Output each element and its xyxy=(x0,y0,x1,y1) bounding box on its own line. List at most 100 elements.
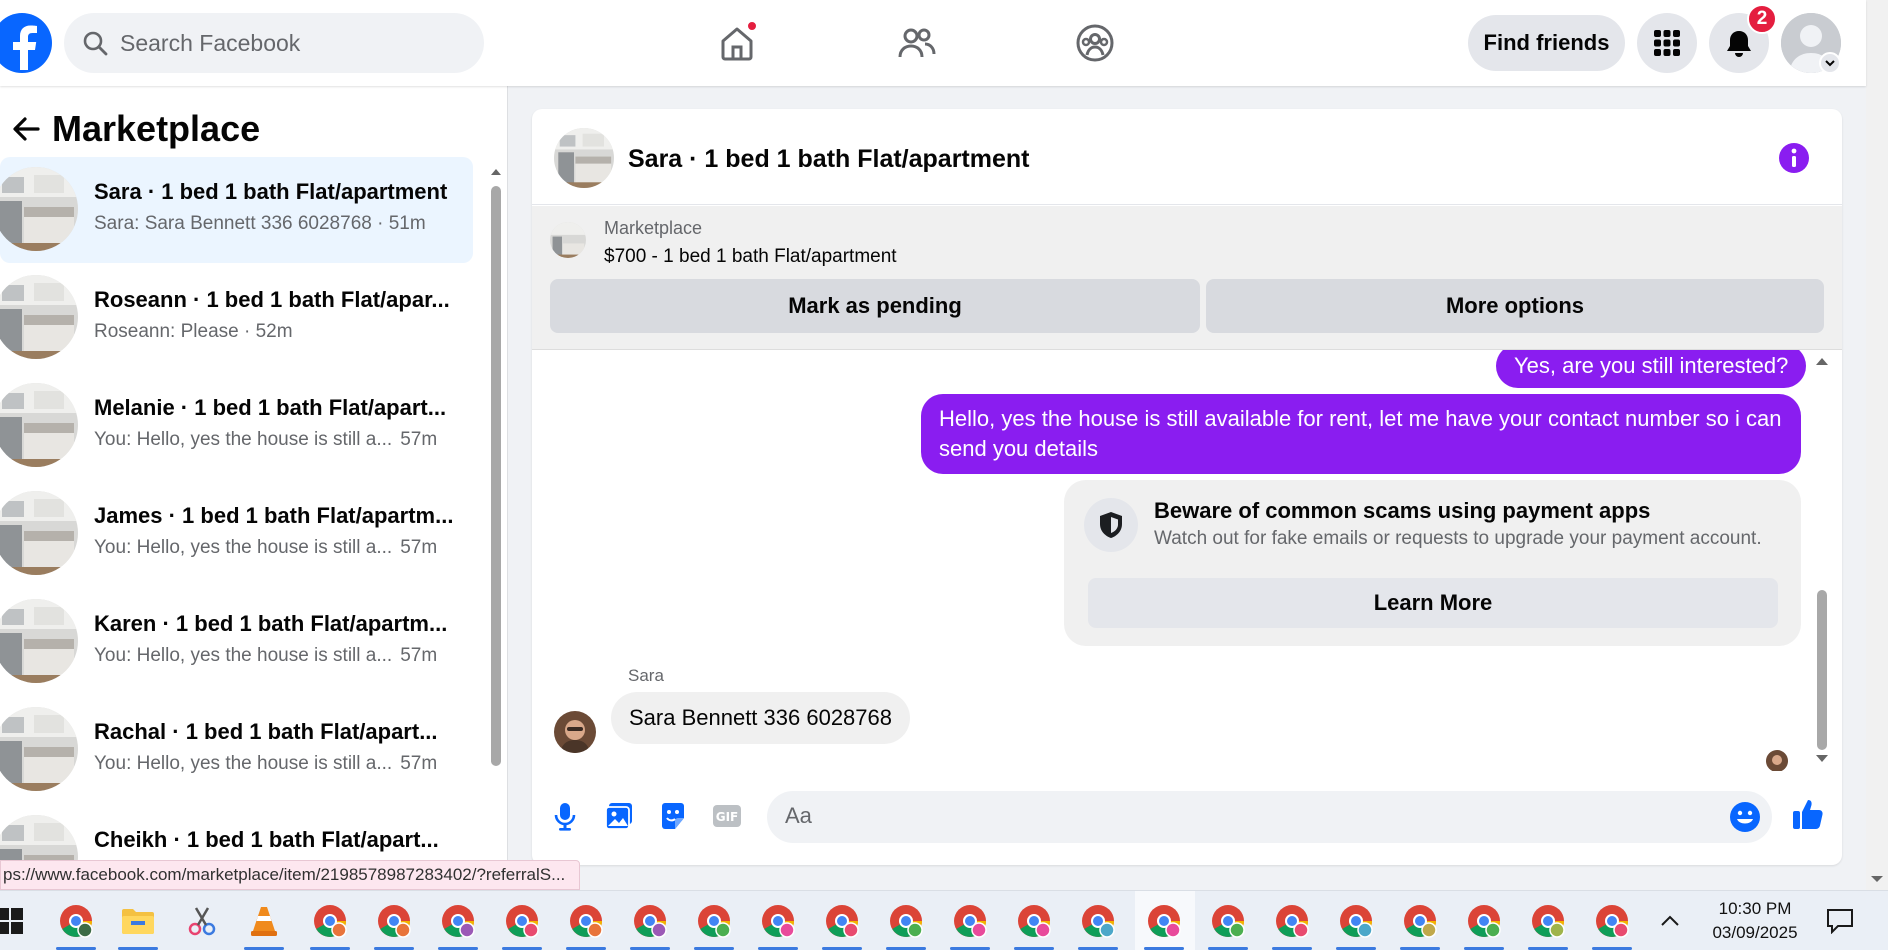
chrome-icon xyxy=(1018,905,1051,938)
conversation-preview: You: Hello, yes the house is still a... 5… xyxy=(94,753,437,775)
outgoing-message[interactable]: Yes, are you still interested? xyxy=(1496,350,1807,388)
panel-header: Marketplace xyxy=(0,104,260,154)
outgoing-message[interactable]: Hello, yes the house is still available … xyxy=(921,394,1801,474)
taskbar-chrome-profile[interactable] xyxy=(1208,901,1248,941)
conversation-thumbnail xyxy=(0,383,78,467)
scroll-up-arrow-icon[interactable] xyxy=(1814,355,1830,367)
back-button[interactable] xyxy=(0,114,52,144)
taskbar-chrome-profile[interactable] xyxy=(950,901,990,941)
conversation-item[interactable]: Sara · 1 bed 1 bath Flat/apartment Sara: … xyxy=(0,157,473,263)
conversation-item[interactable]: James · 1 bed 1 bath Flat/apartm... You: … xyxy=(0,481,473,587)
taskbar-chrome-profile[interactable] xyxy=(1400,901,1440,941)
conversation-item[interactable]: Karen · 1 bed 1 bath Flat/apartm... You: … xyxy=(0,589,473,695)
taskbar-chrome-profile[interactable] xyxy=(1272,901,1312,941)
account-menu-chevron[interactable] xyxy=(1819,52,1841,74)
taskbar-vlc-player[interactable] xyxy=(244,901,284,941)
chrome-icon xyxy=(1276,905,1309,938)
taskbar-snipping-tool[interactable] xyxy=(182,901,222,941)
taskbar-chrome-profile[interactable] xyxy=(1336,901,1376,941)
nav-friends-button[interactable] xyxy=(893,20,939,66)
taskbar-chrome-profile[interactable] xyxy=(374,901,414,941)
taskbar-chrome-profile[interactable] xyxy=(1078,901,1118,941)
conversation-list-scrollbar[interactable] xyxy=(490,164,502,854)
conversation-item[interactable]: Melanie · 1 bed 1 bath Flat/apart... You:… xyxy=(0,373,473,479)
listing-thumbnail[interactable] xyxy=(554,128,614,188)
chrome-icon xyxy=(1468,905,1501,938)
listing-banner-thumbnail[interactable] xyxy=(550,222,586,258)
scrollbar-thumb[interactable] xyxy=(491,186,501,766)
chevron-down-icon xyxy=(1825,60,1835,67)
emoji-icon[interactable] xyxy=(1729,801,1761,833)
taskbar-chrome-profile[interactable] xyxy=(1464,901,1504,941)
window-scrollbar[interactable] xyxy=(1866,0,1888,890)
sticker-icon xyxy=(662,803,684,829)
chrome-icon xyxy=(1082,905,1115,938)
chrome-icon xyxy=(1212,905,1245,938)
system-clock[interactable]: 10:30 PM 03/09/2025 xyxy=(1700,897,1810,945)
kitchen-photo xyxy=(0,167,78,251)
taskbar-chrome-profile[interactable] xyxy=(822,901,862,941)
groups-icon xyxy=(1076,24,1114,62)
taskbar-file-explorer[interactable] xyxy=(118,901,158,941)
sticker-button[interactable] xyxy=(656,799,690,833)
show-hidden-icons-button[interactable] xyxy=(1650,901,1690,941)
taskbar-chrome-profile[interactable] xyxy=(438,901,478,941)
voice-clip-button[interactable] xyxy=(548,799,582,833)
taskbar-chrome-profile[interactable] xyxy=(1144,901,1184,941)
mark-as-pending-button[interactable]: Mark as pending xyxy=(550,279,1200,333)
attach-media-button[interactable] xyxy=(602,799,636,833)
chrome-icon xyxy=(698,905,731,938)
notification-center-button[interactable] xyxy=(1820,901,1860,941)
chrome-icon xyxy=(954,905,987,938)
scam-warning-title: Beware of common scams using payment app… xyxy=(1154,498,1651,523)
gif-button[interactable]: GIF xyxy=(710,799,744,833)
taskbar-chrome-profile[interactable] xyxy=(758,901,798,941)
scam-warning-description: Watch out for fake emails or requests to… xyxy=(1154,528,1762,549)
taskbar-chrome-profile[interactable] xyxy=(1014,901,1054,941)
scrollbar-thumb[interactable] xyxy=(1817,590,1827,750)
nav-home-button[interactable] xyxy=(714,20,760,66)
sender-avatar[interactable] xyxy=(554,711,596,753)
listing-title-price[interactable]: $700 - 1 bed 1 bath Flat/apartment xyxy=(604,246,897,268)
conversation-item[interactable]: Roseann · 1 bed 1 bath Flat/apar... Rosea… xyxy=(0,265,473,371)
message-input-wrapper[interactable] xyxy=(767,791,1772,843)
taskbar-chrome-profile[interactable] xyxy=(566,901,606,941)
taskbar-chrome-profile[interactable] xyxy=(1592,901,1632,941)
taskbar-chrome-profile[interactable] xyxy=(56,901,96,941)
nav-groups-button[interactable] xyxy=(1072,20,1118,66)
scroll-up-arrow-icon[interactable] xyxy=(490,166,502,178)
info-icon[interactable] xyxy=(1778,142,1810,174)
conversation-item[interactable]: Rachal · 1 bed 1 bath Flat/apart... You: … xyxy=(0,697,473,803)
scroll-down-arrow-icon[interactable] xyxy=(1870,874,1884,884)
search-input[interactable] xyxy=(120,29,440,57)
taskbar-chrome-profile[interactable] xyxy=(1528,901,1568,941)
gif-icon: GIF xyxy=(713,805,741,827)
kitchen-photo xyxy=(0,707,78,791)
start-button[interactable] xyxy=(0,901,30,941)
taskbar-chrome-profile[interactable] xyxy=(886,901,926,941)
taskbar-chrome-profile[interactable] xyxy=(630,901,670,941)
message-thread-scrollbar[interactable] xyxy=(1813,355,1831,767)
taskbar-chrome-profile[interactable] xyxy=(694,901,734,941)
thumbs-up-icon xyxy=(1793,800,1823,829)
send-like-button[interactable] xyxy=(1791,797,1825,831)
facebook-logo-icon[interactable] xyxy=(0,12,52,74)
find-friends-button[interactable]: Find friends xyxy=(1468,15,1625,71)
menu-button[interactable] xyxy=(1637,13,1697,73)
chat-header: Sara · 1 bed 1 bath Flat/apartment xyxy=(532,109,1842,205)
learn-more-button[interactable]: Learn More xyxy=(1088,578,1778,628)
conversation-preview-text: Roseann: Please · 52m xyxy=(94,321,293,342)
search-bar[interactable] xyxy=(64,13,484,73)
sender-name: Sara xyxy=(628,666,664,685)
more-options-button[interactable]: More options xyxy=(1206,279,1824,333)
microphone-icon xyxy=(554,803,576,831)
taskbar-chrome-profile[interactable] xyxy=(502,901,542,941)
message-input[interactable] xyxy=(785,803,1685,829)
chrome-icon xyxy=(314,905,347,938)
taskbar-chrome-profile[interactable] xyxy=(310,901,350,941)
incoming-message[interactable]: Sara Bennett 336 6028768 xyxy=(611,692,911,744)
scroll-down-arrow-icon[interactable] xyxy=(1814,753,1830,765)
chrome-icon xyxy=(60,905,93,938)
conversation-title: Rachal · 1 bed 1 bath Flat/apart... xyxy=(94,719,438,744)
conversation-title: James · 1 bed 1 bath Flat/apartm... xyxy=(94,503,454,528)
